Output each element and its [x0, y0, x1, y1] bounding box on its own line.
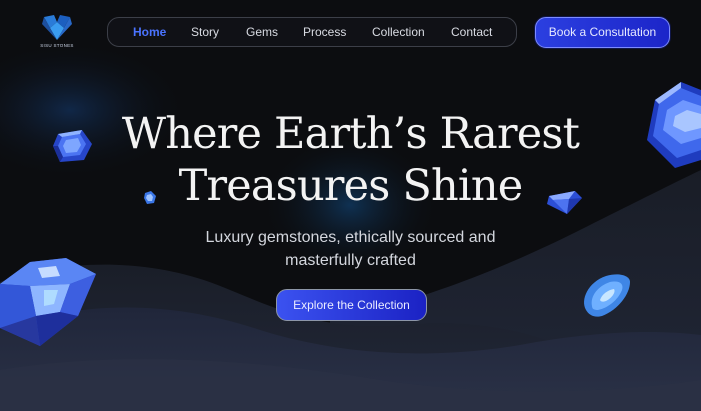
nav-item-contact[interactable]: Contact: [451, 18, 492, 46]
nav-item-home[interactable]: Home: [133, 18, 166, 46]
logo-gem-icon: [42, 15, 72, 40]
hero-title: Where Earth’s Rarest Treasures Shine: [100, 108, 601, 212]
landing-page: SISU STONES Home Story Gems Process Coll…: [0, 0, 701, 411]
book-consultation-button[interactable]: Book a Consultation: [535, 17, 670, 48]
nav-item-collection[interactable]: Collection: [372, 18, 425, 46]
hero-subtitle-line1: Luxury gemstones, ethically sourced and: [205, 229, 496, 246]
logo-text: SISU STONES: [40, 43, 74, 48]
brand-logo[interactable]: SISU STONES: [34, 14, 80, 50]
nav-item-story[interactable]: Story: [191, 18, 219, 46]
main-nav: Home Story Gems Process Collection Conta…: [107, 17, 517, 47]
hero-subtitle: Luxury gemstones, ethically sourced and …: [150, 226, 551, 272]
sapphire-gem-icon: [647, 82, 701, 168]
hero-title-line1: Where Earth’s Rarest: [121, 109, 580, 159]
explore-collection-button[interactable]: Explore the Collection: [276, 289, 427, 321]
emerald-cut-gem-icon: [53, 130, 92, 162]
nav-item-process[interactable]: Process: [303, 18, 346, 46]
diamond-gem-icon: [0, 258, 96, 346]
pear-gem-icon: [584, 274, 630, 317]
hero-title-line2: Treasures Shine: [178, 161, 524, 211]
hero-subtitle-line2: masterfully crafted: [285, 252, 416, 269]
nav-item-gems[interactable]: Gems: [246, 18, 278, 46]
